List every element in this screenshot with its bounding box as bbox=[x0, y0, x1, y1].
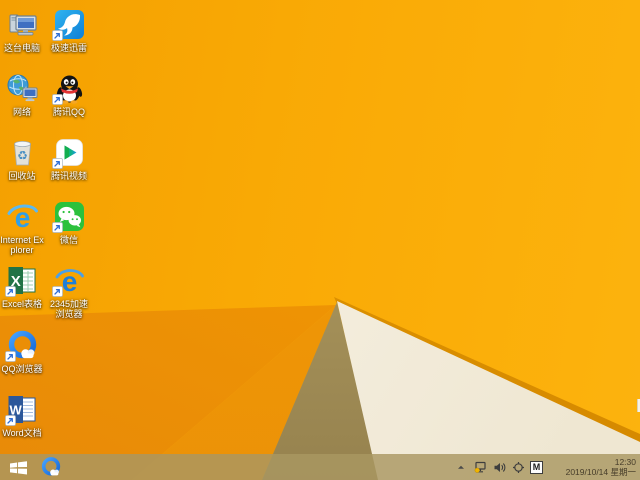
desktop-icon-network[interactable]: 网络 bbox=[0, 72, 44, 117]
ie-icon: e bbox=[7, 202, 38, 233]
icon-label: 微信 bbox=[59, 235, 78, 245]
desktop-icon-this-pc[interactable]: 这台电脑 bbox=[0, 8, 44, 53]
desktop-icon-tencent-video[interactable]: 腾讯视频 bbox=[47, 136, 91, 181]
taskbar-qq-browser-button[interactable] bbox=[36, 454, 66, 480]
network-tray-button[interactable] bbox=[473, 460, 487, 474]
icon-label: Internet Explorer bbox=[0, 235, 44, 255]
desktop-screen: 这台电脑 极速迅雷 网络 腾讯QQ ♻ 回收站 腾讯视频 e Internet … bbox=[0, 0, 640, 480]
shortcut-arrow-icon bbox=[51, 222, 63, 233]
icon-label: 网络 bbox=[12, 107, 31, 117]
shortcut-arrow-icon bbox=[51, 30, 63, 41]
windows-logo-icon bbox=[9, 460, 27, 474]
volume-tray-button[interactable] bbox=[492, 460, 506, 474]
system-tray: M 12:30 2019/10/14 星期一 bbox=[454, 454, 640, 480]
network-globe-icon bbox=[7, 74, 37, 102]
svg-text:♻: ♻ bbox=[17, 149, 28, 163]
chevron-up-icon bbox=[458, 465, 464, 469]
icon-label: Excel表格 bbox=[1, 299, 42, 309]
desktop-icon-recycle-bin[interactable]: ♻ 回收站 bbox=[0, 136, 44, 181]
desktop-icon-internet-explorer[interactable]: e Internet Explorer bbox=[0, 200, 44, 255]
shortcut-arrow-icon bbox=[4, 415, 16, 426]
shortcut-arrow-icon bbox=[4, 286, 16, 297]
desktop-icon-tencent-qq[interactable]: 腾讯QQ bbox=[47, 72, 91, 117]
icon-label: Word文档 bbox=[2, 428, 42, 438]
clock-time: 12:30 bbox=[614, 457, 636, 467]
start-button[interactable] bbox=[0, 454, 36, 480]
desktop-icon-qq-browser[interactable]: QQ浏览器 bbox=[0, 329, 44, 374]
speaker-icon bbox=[494, 462, 505, 472]
icon-label: 2345加速浏览器 bbox=[49, 299, 89, 319]
icon-label: 极速迅雷 bbox=[50, 43, 87, 53]
icon-label: 腾讯视频 bbox=[50, 171, 87, 181]
icon-label: 这台电脑 bbox=[3, 43, 40, 53]
taskbar: M 12:30 2019/10/14 星期一 bbox=[0, 454, 640, 480]
desktop-icon-wechat[interactable]: 微信 bbox=[47, 200, 91, 245]
desktop-icon-excel[interactable]: X Excel表格 bbox=[0, 264, 44, 309]
icon-label: 回收站 bbox=[8, 171, 36, 181]
desktop-icon-2345-browser[interactable]: e 2345加速浏览器 bbox=[47, 264, 91, 319]
network-status-icon bbox=[474, 461, 486, 473]
shortcut-arrow-icon bbox=[4, 351, 16, 362]
shortcut-arrow-icon bbox=[51, 94, 63, 105]
crosshair-circle-icon bbox=[512, 461, 524, 473]
shortcut-arrow-icon bbox=[51, 158, 63, 169]
this-pc-icon bbox=[9, 14, 37, 36]
shortcut-arrow-icon bbox=[51, 286, 63, 297]
icon-label: QQ浏览器 bbox=[1, 364, 43, 374]
ime-indicator[interactable]: M bbox=[530, 460, 543, 474]
show-hidden-icons-button[interactable] bbox=[454, 460, 468, 474]
safety-tray-button[interactable] bbox=[511, 460, 525, 474]
desktop-icon-word[interactable]: W Word文档 bbox=[0, 393, 44, 438]
recycle-bin-icon: ♻ bbox=[13, 141, 31, 166]
clock-date: 2019/10/14 星期一 bbox=[565, 467, 636, 477]
qq-browser-icon bbox=[41, 457, 61, 476]
icon-label: 腾讯QQ bbox=[52, 107, 85, 117]
taskbar-clock[interactable]: 12:30 2019/10/14 星期一 bbox=[548, 457, 636, 477]
desktop-icon-xunlei[interactable]: 极速迅雷 bbox=[47, 8, 91, 53]
